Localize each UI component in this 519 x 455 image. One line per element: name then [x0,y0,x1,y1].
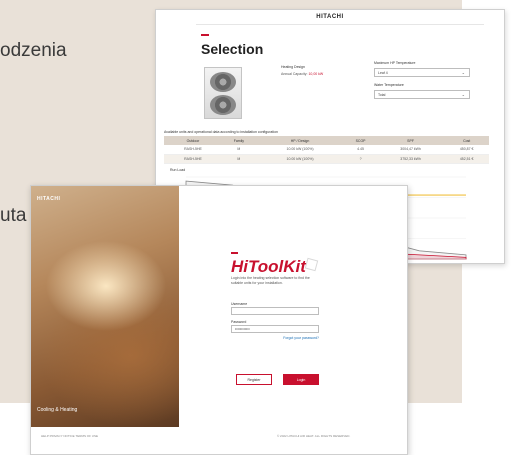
heating-design-label: Heating Design [281,65,305,69]
chevron-down-icon: ⌄ [461,92,465,97]
table-header: Cost [444,136,489,145]
table-header: Outdoor [164,136,222,145]
footer-links[interactable]: HELP PRIVACY NOTICE TERMS OF USE [41,434,98,438]
fan-icon [210,72,236,92]
table-cell: M [221,154,256,164]
hitachi-logo: HITACHI [316,14,344,20]
table-cell: 3752,33 kWh [376,154,445,164]
table-title: Available units and operational data acc… [164,130,278,134]
table-row[interactable]: RASH-5HE M 10.00 kW (100%) 4.45 3004,47 … [164,145,489,155]
chart-label: Run Load [170,168,186,172]
water-temp-select[interactable]: Total ⌄ [374,90,470,99]
register-button[interactable]: Register [236,374,272,385]
annual-capacity-value: 10,00 kW [308,72,324,76]
table-cell: M [221,145,256,155]
brand-title: HiToolKit [231,257,306,276]
table-row[interactable]: RASH-5HE M 10.00 kW (100%) ? 3752,33 kWh… [164,154,489,164]
slide-text-top: odzenia [0,40,67,61]
slide-text-middle: uta [0,205,27,226]
annual-capacity-label: Annual Capacity: [281,72,308,76]
table-header: SCOP [344,136,377,145]
page-title: Selection [201,41,264,57]
max-temp-select[interactable]: Leaf 4 ⌄ [374,68,470,77]
table-header: HP / Design [255,136,345,145]
footer: HELP PRIVACY NOTICE TERMS OF USE © 2022 … [31,434,407,444]
water-temp-value: Total [378,93,386,97]
table-cell: RASH-5HE [164,154,222,164]
table-cell: RASH-5HE [164,145,222,155]
max-temp-label: Maximum HP Temperature [374,61,416,65]
password-input[interactable]: •••••••••••• [231,325,319,333]
table-cell: 450,87 € [444,145,489,155]
units-table: Outdoor Family HP / Design SCOP SPF Cost… [164,136,489,164]
water-temp-label: Water Temperature [374,83,404,87]
table-header: SPF [376,136,445,145]
login-button[interactable]: Login [283,374,319,385]
footer-copyright: © 2022 HITACHI AIR HEAT. ALL RIGHTS RESE… [277,434,351,438]
outdoor-unit-image [204,67,242,119]
login-screenshot: HITACHI Cooling & Heating HiToolKit Logi… [30,185,408,455]
table-cell: 10.00 kW (100%) [255,154,345,164]
hero-caption: Cooling & Heating [37,407,78,413]
table-header-row: Outdoor Family HP / Design SCOP SPF Cost [164,136,489,145]
username-label: Username [231,302,248,306]
username-input[interactable] [231,307,319,315]
accent-bar [201,34,209,36]
hero-photo: HITACHI Cooling & Heating [31,186,179,427]
chevron-down-icon: ⌄ [461,70,465,75]
fan-icon [210,95,236,115]
table-cell: ? [344,154,377,164]
table-cell: 3004,47 kWh [376,145,445,155]
annual-capacity: Annual Capacity: 10,00 kW [281,72,323,76]
accent-bar [231,252,238,254]
login-intro: Login into the heating selection softwar… [231,276,310,285]
max-temp-value: Leaf 4 [378,71,388,75]
table-cell: 10.00 kW (100%) [255,145,345,155]
password-label: Password [231,320,247,324]
table-header: Family [221,136,256,145]
header-divider [196,24,484,25]
table-cell: 4.45 [344,145,377,155]
cube-icon [304,257,319,272]
table-cell: 452,51 € [444,154,489,164]
forgot-password-link[interactable]: Forgot your password? [231,336,319,340]
hitachi-logo: HITACHI [37,196,61,202]
